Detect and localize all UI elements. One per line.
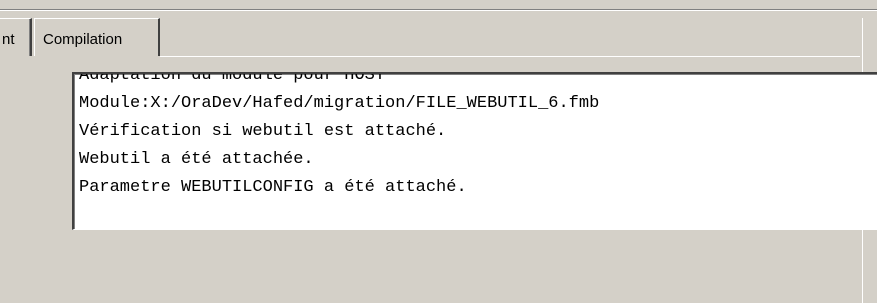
tab-label: Compilation [43,31,123,48]
log-line: Vérification si webutil est attaché. [79,122,447,141]
tab-compilation[interactable]: Compilation [34,18,160,56]
log-line: Parametre WEBUTILCONFIG a été attaché. [79,178,467,197]
log-line: Adaptation du module pour HOST [79,72,386,85]
tab-label: nt [2,31,15,48]
tab-partial-left[interactable]: nt [0,18,32,56]
tab-strip: nt Compilation [0,18,877,58]
compilation-log-textarea[interactable]: Adaptation du module pour HOST Module:X:… [72,72,877,230]
dialog-window: nt Compilation Adaptation du module pour… [0,0,877,303]
log-lines: Adaptation du module pour HOST Module:X:… [79,72,600,202]
tab-shadow [29,19,30,56]
tab-strip-baseline [160,56,860,57]
log-line: Module:X:/OraDev/Hafed/migration/FILE_WE… [79,94,600,113]
log-line: Webutil a été attachée. [79,150,314,169]
window-top-frame-shadow [0,9,877,10]
